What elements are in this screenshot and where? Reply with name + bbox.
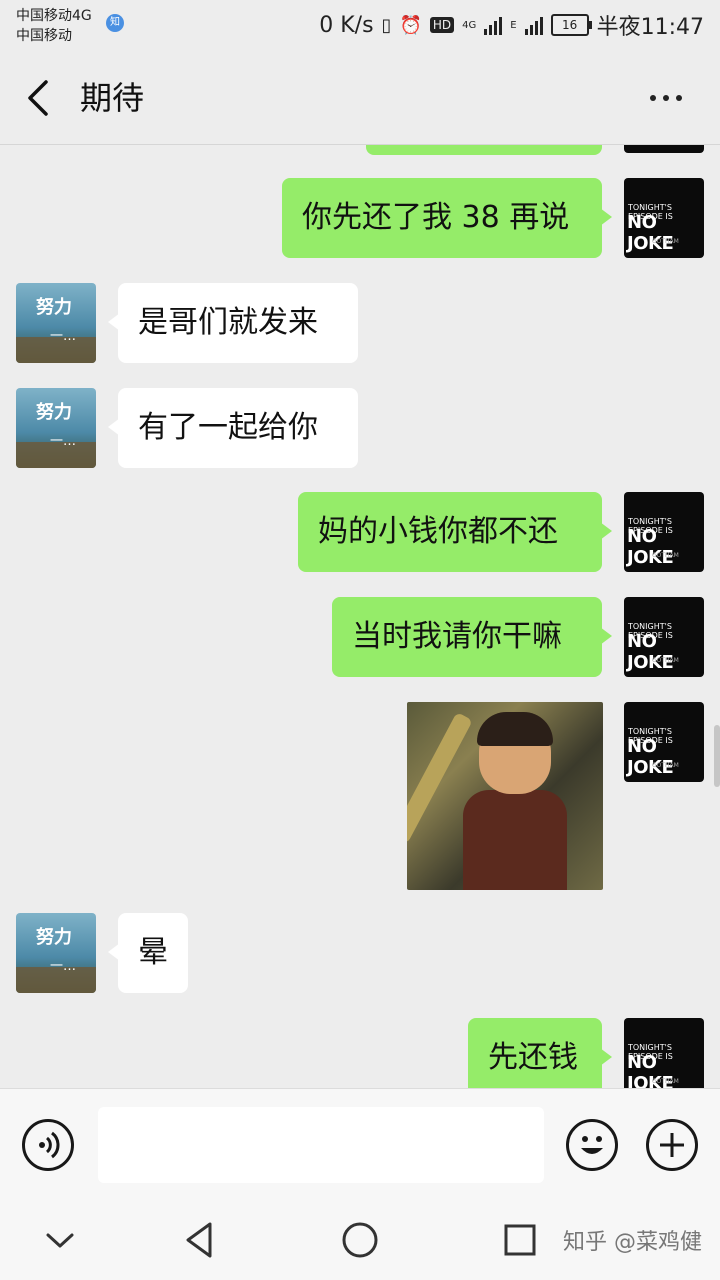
status-right-group: 0 K/s ▯ ⏰ HD 4G E 16 半夜11:47 [319, 10, 704, 41]
plus-icon [660, 1133, 684, 1157]
message-row: 努力 一… 是哥们就发来 [0, 283, 720, 363]
triangle-back-icon [186, 1222, 212, 1258]
carrier-info: 中国移动4G 中国移动 [16, 6, 92, 46]
emoji-button[interactable] [566, 1119, 618, 1171]
voice-wave-icon [39, 1131, 60, 1159]
scrollbar[interactable] [714, 725, 720, 787]
message-bubble[interactable]: 妈的小钱你都不还 [298, 492, 612, 572]
clock: 半夜11:47 [596, 15, 704, 40]
square-recents-icon [504, 1224, 536, 1256]
message-row: 当时我请你干嘛 TONIGHT'S EPISODE IS NO JOKE GOT… [0, 597, 720, 677]
contact-avatar[interactable]: 努力 一… [16, 283, 96, 363]
message-bubble[interactable]: 有了一起给你 [108, 388, 358, 468]
voice-input-button[interactable] [22, 1119, 74, 1171]
message-bubble[interactable]: 当时我请你干嘛 [332, 597, 612, 677]
message-row: TONIGHT'S EPISODE IS NO JOKE GOTHAM [0, 702, 720, 890]
chevron-left-icon [28, 80, 48, 116]
smiley-icon [581, 1136, 603, 1154]
network-speed: 0 K/s [319, 12, 374, 38]
message-row: 先还钱 TONIGHT'S EPISODE IS NO JOKE GOTHAM [0, 1018, 720, 1088]
signal-bars-1-icon [484, 15, 503, 35]
alarm-icon: ⏰ [399, 14, 422, 36]
my-avatar[interactable]: TONIGHT'S EPISODE IS NO JOKE GOTHAM [624, 702, 704, 782]
back-button[interactable] [22, 76, 56, 120]
carrier-line-2: 中国移动 [16, 28, 72, 44]
battery-icon: 16 [550, 14, 592, 36]
more-options-button[interactable] [646, 82, 686, 112]
chat-header: 期待 [0, 52, 720, 145]
more-functions-button[interactable] [646, 1119, 698, 1171]
carrier-line-1: 中国移动4G [16, 8, 92, 24]
my-avatar[interactable]: TONIGHT'S EPISODE IS NO JOKE GOTHAM [624, 492, 704, 572]
message-row: 妈的小钱你都不还 TONIGHT'S EPISODE IS NO JOKE GO… [0, 492, 720, 572]
nav-back-button[interactable] [178, 1218, 222, 1262]
chat-message-list[interactable]: 你先还了我 38 再说 TONIGHT'S EPISODE IS NO JOKE… [0, 145, 720, 1088]
message-bubble[interactable]: 是哥们就发来 [108, 283, 358, 363]
input-bar [0, 1088, 720, 1201]
hide-nav-button[interactable] [38, 1218, 82, 1262]
signal-type-1: 4G [462, 19, 477, 31]
nav-home-button[interactable] [338, 1218, 382, 1262]
chevron-down-icon [46, 1233, 74, 1248]
message-row: 努力 一… 有了一起给你 [0, 388, 720, 468]
message-input[interactable] [98, 1107, 544, 1183]
contact-avatar[interactable]: 努力 一… [16, 913, 96, 993]
my-avatar[interactable]: TONIGHT'S EPISODE IS NO JOKE GOTHAM [624, 178, 704, 258]
nav-recents-button[interactable] [498, 1218, 542, 1262]
my-avatar[interactable] [624, 145, 704, 153]
chat-title: 期待 [80, 79, 145, 117]
message-bubble[interactable]: 先还钱 [468, 1018, 612, 1088]
message-bubble[interactable]: 你先还了我 38 再说 [282, 178, 612, 258]
hd-icon: HD [429, 17, 455, 33]
system-nav-bar: 知乎 @菜鸡健 [0, 1200, 720, 1280]
my-avatar[interactable]: TONIGHT'S EPISODE IS NO JOKE GOTHAM [624, 1018, 704, 1088]
message-bubble[interactable]: 晕 [108, 913, 188, 993]
zhihu-notification-icon: 知 [106, 14, 124, 32]
zhihu-watermark: 知乎 @菜鸡健 [563, 1230, 702, 1255]
vibrate-icon: ▯ [381, 14, 392, 36]
circle-home-icon [342, 1222, 378, 1258]
image-message[interactable] [407, 702, 603, 890]
message-row: 努力 一… 晕 [0, 913, 720, 993]
partial-message-bubble[interactable] [366, 145, 602, 155]
signal-type-2: E [510, 19, 517, 31]
signal-bars-2-icon [524, 15, 543, 35]
my-avatar[interactable]: TONIGHT'S EPISODE IS NO JOKE GOTHAM [624, 597, 704, 677]
message-row: 你先还了我 38 再说 TONIGHT'S EPISODE IS NO JOKE… [0, 178, 720, 258]
status-bar: 中国移动4G 中国移动 知 0 K/s ▯ ⏰ HD 4G E 16 半夜11:… [0, 0, 720, 52]
contact-avatar[interactable]: 努力 一… [16, 388, 96, 468]
